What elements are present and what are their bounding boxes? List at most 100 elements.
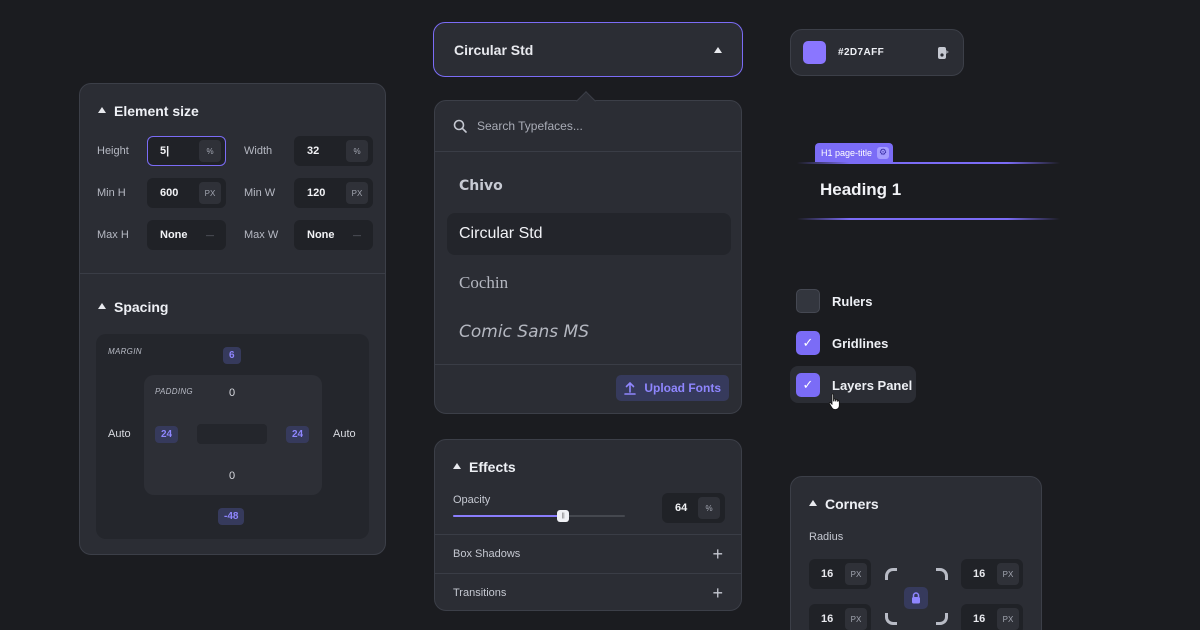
padding-label: PADDING	[155, 387, 193, 396]
box-shadows-row[interactable]: Box Shadows +	[435, 534, 741, 573]
divider	[435, 364, 741, 365]
element-size-header[interactable]: Element size	[98, 103, 199, 121]
color-picker-field[interactable]: #2D7AFF	[790, 29, 964, 76]
font-option-chivo[interactable]: Chivo	[447, 165, 731, 207]
transitions-row[interactable]: Transitions +	[435, 573, 741, 612]
font-select-value: Circular Std	[454, 41, 534, 58]
font-option-comic-sans[interactable]: Comic Sans MS	[447, 311, 731, 353]
opacity-slider[interactable]: ||	[453, 510, 625, 522]
chevron-up-icon	[714, 46, 722, 53]
opacity-value: 64	[675, 502, 688, 514]
min-h-unit[interactable]: PX	[199, 182, 221, 204]
font-option-circular-std[interactable]: Circular Std	[447, 213, 731, 255]
corners-header[interactable]: Corners	[809, 496, 879, 514]
gridlines-checkbox-row[interactable]: ✓ Gridlines	[796, 328, 888, 358]
width-unit[interactable]: %	[346, 140, 368, 162]
gridlines-label: Gridlines	[832, 335, 889, 351]
corner-bottom-right-icon[interactable]	[936, 613, 948, 625]
margin-left-value[interactable]: Auto	[108, 428, 131, 440]
min-h-label: Min H	[97, 187, 126, 199]
lock-radius-button[interactable]	[904, 587, 928, 609]
min-h-input[interactable]: 600 PX	[147, 178, 226, 208]
element-size-title: Element size	[114, 103, 199, 119]
width-value: 32	[307, 145, 320, 157]
max-w-unit: —	[353, 230, 361, 240]
radius-bottom-right-input[interactable]: 16 PX	[961, 604, 1023, 630]
min-w-input[interactable]: 120 PX	[294, 178, 373, 208]
min-h-value: 600	[160, 187, 179, 199]
font-option-cochin[interactable]: Cochin	[447, 262, 731, 304]
padding-left-value[interactable]: 24	[155, 426, 179, 443]
add-box-shadow-icon[interactable]: +	[712, 544, 723, 565]
margin-label: MARGIN	[108, 347, 142, 356]
effects-header[interactable]: Effects	[453, 459, 516, 477]
height-input[interactable]: 5|%	[147, 136, 226, 166]
padding-top-value[interactable]: 0	[229, 387, 235, 399]
upload-icon	[624, 381, 637, 395]
max-h-label: Max H	[97, 229, 129, 241]
divider	[80, 273, 385, 274]
color-swatch[interactable]	[803, 41, 826, 64]
corner-top-left-icon[interactable]	[885, 568, 897, 580]
upload-fonts-label: Upload Fonts	[644, 381, 721, 395]
search-placeholder: Search Typefaces...	[477, 119, 583, 133]
collapse-icon	[453, 462, 461, 469]
rulers-checkbox[interactable]	[796, 289, 820, 313]
max-w-input[interactable]: None —	[294, 220, 373, 250]
radius-top-right-input[interactable]: 16 PX	[961, 559, 1023, 589]
selection-bottom-line	[797, 218, 1060, 220]
heading-1-text[interactable]: Heading 1	[820, 180, 901, 200]
radius-bottom-left-input[interactable]: 16 PX	[809, 604, 871, 630]
rulers-checkbox-row[interactable]: Rulers	[796, 286, 872, 316]
radius-top-left-unit[interactable]: PX	[845, 563, 867, 585]
width-input[interactable]: 32%	[294, 136, 373, 166]
layers-panel-checkbox[interactable]: ✓	[796, 373, 820, 397]
opacity-label: Opacity	[453, 494, 491, 506]
radius-label: Radius	[809, 531, 844, 543]
effects-panel: Effects Opacity || 64% Box Shadows + Tra…	[434, 439, 742, 611]
search-icon	[453, 119, 467, 133]
min-w-value: 120	[307, 187, 326, 199]
element-size-panel: Element size Height 5|% Width 32% Min H …	[79, 83, 386, 555]
padding-bottom-value[interactable]: 0	[229, 470, 235, 482]
max-h-input[interactable]: None —	[147, 220, 226, 250]
margin-bottom-value[interactable]: -48	[218, 508, 245, 525]
radius-top-right-unit[interactable]: PX	[997, 563, 1019, 585]
collapse-icon	[98, 302, 106, 309]
corner-top-right-icon[interactable]	[936, 568, 948, 580]
margin-right-value[interactable]: Auto	[333, 428, 356, 440]
radius-bottom-left-unit[interactable]: PX	[845, 608, 867, 630]
opacity-input[interactable]: 64%	[662, 493, 725, 523]
layers-panel-label: Layers Panel	[832, 377, 913, 393]
opacity-slider-thumb[interactable]: ||	[557, 510, 570, 522]
upload-fonts-button[interactable]: Upload Fonts	[616, 375, 729, 401]
spacing-header[interactable]: Spacing	[98, 299, 168, 317]
corner-bottom-left-icon[interactable]	[885, 613, 897, 625]
corners-panel: Corners Radius 16 PX 16 PX 16 PX 16 PX	[790, 476, 1042, 630]
check-icon: ✓	[802, 377, 814, 392]
opacity-slider-fill	[453, 515, 564, 517]
height-value: 5|	[160, 145, 170, 157]
layers-panel-checkbox-row[interactable]: ✓ Layers Panel	[796, 370, 912, 400]
element-tag[interactable]: H1 page-title ⚙	[815, 143, 894, 162]
gridlines-checkbox[interactable]: ✓	[796, 331, 820, 355]
radius-bottom-right-value: 16	[973, 613, 986, 625]
gear-icon[interactable]: ⚙	[877, 146, 890, 159]
max-h-value: None	[160, 229, 188, 241]
check-icon: ✓	[802, 335, 814, 350]
padding-box: PADDING 0 24 24 0	[144, 375, 322, 495]
min-w-unit[interactable]: PX	[346, 182, 368, 204]
lock-icon	[912, 592, 920, 604]
max-w-label: Max W	[244, 229, 279, 241]
height-unit[interactable]: %	[199, 140, 221, 162]
margin-top-value[interactable]: 6	[223, 347, 241, 364]
padding-right-value[interactable]: 24	[286, 426, 310, 443]
radius-bottom-right-unit[interactable]: PX	[997, 608, 1019, 630]
font-search-input[interactable]: Search Typefaces...	[435, 101, 741, 152]
color-hex-value[interactable]: #2D7AFF	[838, 47, 884, 58]
radius-top-left-input[interactable]: 16 PX	[809, 559, 871, 589]
max-w-value: None	[307, 229, 335, 241]
eyedropper-icon[interactable]	[935, 45, 951, 61]
font-family-select[interactable]: Circular Std	[433, 22, 743, 77]
add-transition-icon[interactable]: +	[712, 583, 723, 604]
